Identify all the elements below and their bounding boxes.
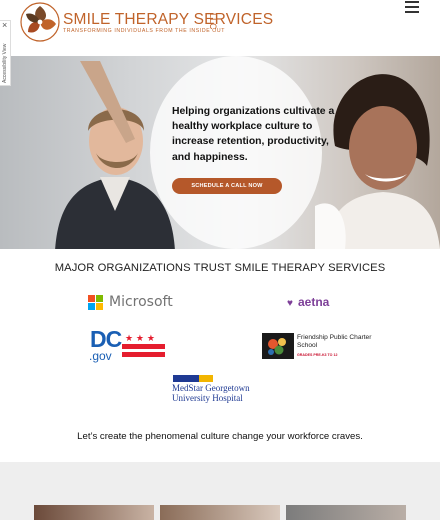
microsoft-logo: Microsoft (88, 294, 178, 312)
dc-flag-icon: ★ ★ ★ (122, 332, 165, 359)
school-name: Friendship Public Charter School (297, 334, 372, 349)
microsoft-wordmark: Microsoft (109, 294, 173, 310)
hamburger-icon[interactable] (405, 1, 419, 13)
page: SMILE THERAPY SERVICES TRANSFORMING INDI… (0, 0, 440, 520)
hero-heading: Helping organizations cultivate a health… (172, 106, 335, 163)
brand-tagline: TRANSFORMING INDIVIDUALS FROM THE INSIDE… (63, 28, 226, 34)
trust-heading: MAJOR ORGANIZATIONS TRUST SMILE THERAPY … (54, 262, 386, 274)
accessibility-label: Accessibility View (2, 43, 8, 83)
svg-text:★ ★ ★: ★ ★ ★ (125, 334, 155, 344)
medstar-logo: MedStar Georgetown University Hospital (172, 375, 272, 407)
logo-mark-icon (20, 2, 60, 42)
school-crest-icon (262, 333, 294, 359)
hero-banner: Helping organizations cultivate a health… (0, 56, 440, 249)
brand-name: SMILE THERAPY SERVICES (63, 11, 274, 28)
microsoft-icon (88, 295, 104, 311)
thumbnail-2[interactable] (160, 505, 280, 520)
brand-suffix: LLC (208, 13, 218, 30)
dc-gov-wordmark: .gov (89, 349, 112, 363)
site-header: SMILE THERAPY SERVICES TRANSFORMING INDI… (0, 0, 440, 56)
culture-tagline: Let’s create the phenomenal culture chan… (77, 431, 363, 442)
aetna-logo: ♥ aetna (287, 295, 347, 311)
heart-icon: ♥ (287, 298, 293, 309)
dc-gov-logo: DC .gov ★ ★ ★ (88, 326, 166, 363)
medstar-wordmark: MedStar Georgetown University Hospital (172, 383, 250, 403)
schedule-call-button[interactable]: SCHEDULE A CALL NOW (172, 178, 282, 194)
school-grades: GRADES PRE-K3 TO 12 (297, 353, 338, 357)
close-icon[interactable]: × (2, 20, 7, 30)
medstar-mark-icon (173, 375, 213, 382)
accessibility-tab[interactable]: × Accessibility View (0, 20, 11, 86)
site-logo[interactable]: SMILE THERAPY SERVICES TRANSFORMING INDI… (20, 2, 273, 42)
thumbnail-1[interactable] (34, 505, 154, 520)
friendship-school-logo: Friendship Public Charter School GRADES … (262, 333, 372, 359)
aetna-wordmark: aetna (298, 295, 330, 309)
thumbnail-3[interactable] (286, 505, 406, 520)
